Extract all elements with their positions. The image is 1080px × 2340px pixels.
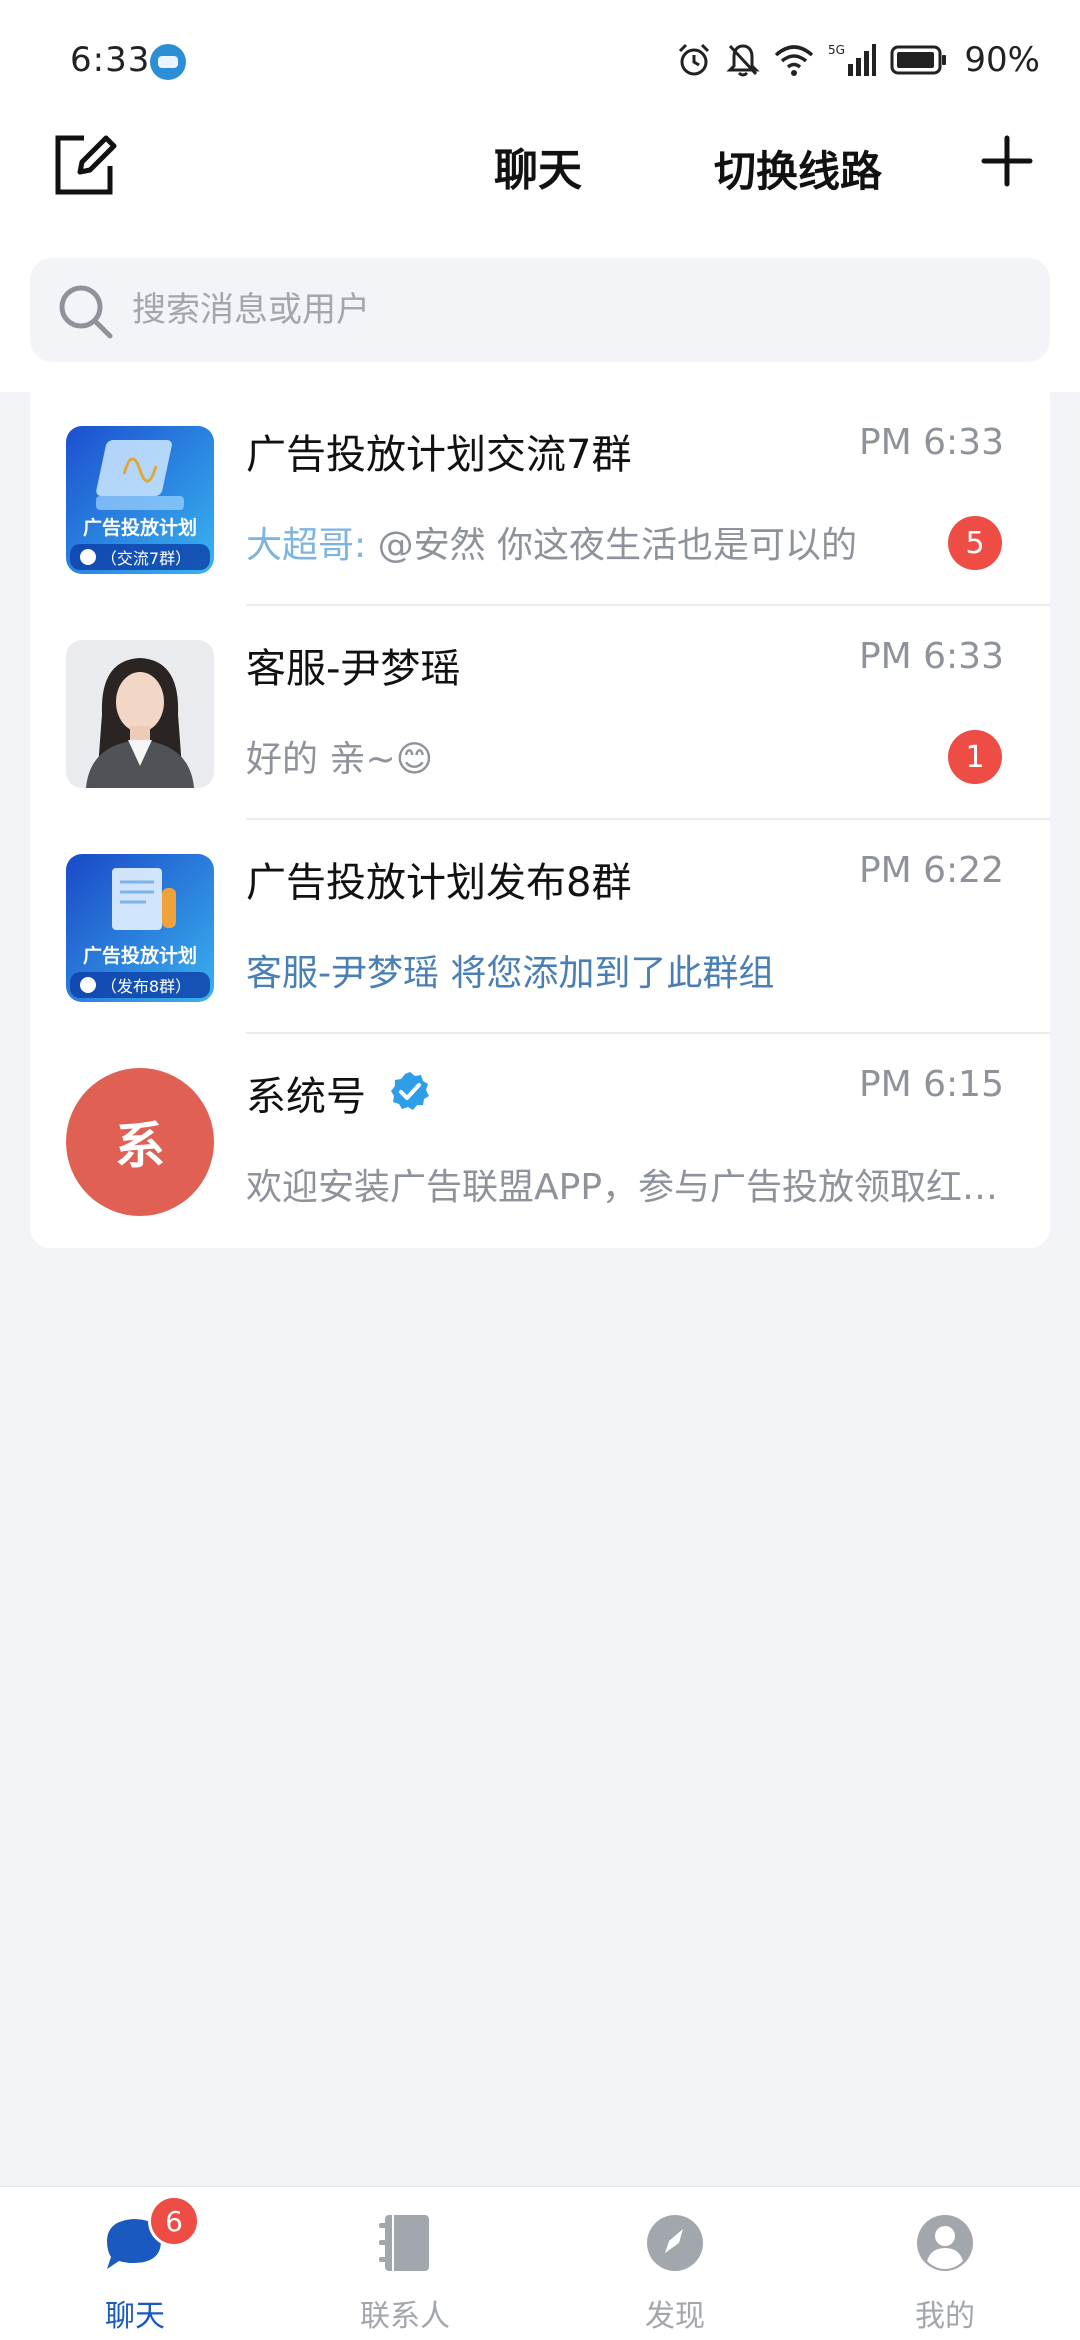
chat-name: 广告投放计划发布8群	[246, 860, 632, 906]
chat-time: PM 6:15	[858, 1064, 1004, 1105]
signal-icon: 5G	[828, 43, 877, 76]
status-time: 6:33	[70, 40, 151, 80]
search-bar[interactable]	[30, 258, 1050, 362]
compose-icon[interactable]	[52, 132, 118, 198]
chat-preview: 客服-尹梦瑶 将您添加到了此群组	[246, 953, 775, 994]
mute-icon	[726, 44, 761, 77]
avatar-title: 广告投放计划	[83, 944, 197, 967]
header: 聊天 切换线路	[0, 120, 1080, 250]
nav-label: 联系人	[360, 2299, 450, 2334]
search-input[interactable]	[132, 284, 1012, 336]
wifi-icon	[775, 45, 814, 76]
nav-discover[interactable]: 发现	[540, 2187, 810, 2340]
chat-name: 系统号	[246, 1074, 366, 1120]
status-bar: 6:33 5G 90%	[0, 0, 1080, 120]
chat-time: PM 6:33	[858, 636, 1004, 677]
alarm-icon	[679, 43, 710, 76]
nav-unread-badge: 6	[148, 2195, 200, 2247]
battery-icon	[890, 45, 947, 75]
nav-label: 发现	[645, 2299, 705, 2334]
group-avatar: 广告投放计划 （发布8群）	[66, 854, 214, 1002]
chat-name: 广告投放计划交流7群	[246, 432, 632, 478]
preview-message: @安然 你这夜生活也是可以的	[366, 525, 858, 566]
switch-line-button[interactable]: 切换线路	[714, 138, 882, 199]
unread-badge: 5	[948, 516, 1002, 570]
chat-list: 广告投放计划 （交流7群） 广告投放计划交流7群 PM 6:33 大超哥: @安…	[30, 392, 1050, 1248]
chat-time: PM 6:33	[858, 422, 1004, 463]
group-avatar: 广告投放计划 （交流7群）	[66, 426, 214, 574]
nav-profile[interactable]: 我的	[810, 2187, 1080, 2340]
avatar-title: 广告投放计划	[83, 516, 197, 539]
compass-icon	[647, 2215, 703, 2271]
nav-chat[interactable]: 6 聊天	[0, 2187, 270, 2340]
search-icon	[59, 285, 113, 339]
avatar-subtitle: （发布8群）	[101, 977, 191, 996]
verified-icon	[391, 1072, 429, 1110]
chat-page: 6:33 5G 90% 聊天 切换线路 搜索消息或用户 广告投放计划 （交流7群…	[0, 0, 1080, 2340]
chat-item-group-8[interactable]: 广告投放计划 （发布8群） 广告投放计划发布8群 PM 6:22 客服-尹梦瑶 …	[30, 820, 1050, 1034]
add-icon[interactable]	[980, 134, 1034, 188]
chat-preview: 好的 亲~😊	[246, 739, 434, 780]
user-avatar	[66, 640, 214, 788]
status-icons: 5G 90%	[676, 36, 1040, 84]
profile-icon	[917, 2215, 973, 2271]
battery-percent: 90%	[964, 40, 1040, 80]
bottom-nav: 6 聊天 联系人 发现 我的	[0, 2186, 1080, 2340]
chat-item-group-7[interactable]: 广告投放计划 （交流7群） 广告投放计划交流7群 PM 6:33 大超哥: @安…	[30, 392, 1050, 606]
app-notification-icon	[150, 44, 186, 80]
avatar-subtitle: （交流7群）	[101, 549, 191, 568]
svg-text:5G: 5G	[828, 43, 845, 57]
preview-sender: 大超哥:	[246, 525, 367, 566]
chat-preview: 大超哥: @安然 你这夜生活也是可以的	[246, 516, 1016, 568]
contacts-book-icon	[379, 2215, 429, 2271]
nav-label: 我的	[915, 2299, 975, 2334]
chat-item-customer-service[interactable]: 客服-尹梦瑶 PM 6:33 好的 亲~😊 1	[30, 606, 1050, 820]
chat-name: 客服-尹梦瑶	[246, 646, 461, 692]
nav-label: 聊天	[105, 2299, 165, 2334]
system-avatar: 系	[66, 1068, 214, 1216]
chat-preview: 欢迎安装广告联盟APP，参与广告投放领取红包奖励	[246, 1167, 1016, 1208]
nav-contacts[interactable]: 联系人	[270, 2187, 540, 2340]
unread-badge: 1	[948, 730, 1002, 784]
chat-time: PM 6:22	[858, 850, 1004, 891]
chat-item-system[interactable]: 系 系统号 PM 6:15 欢迎安装广告联盟APP，参与广告投放领取红包奖励	[30, 1034, 1050, 1248]
page-title: 聊天	[494, 145, 582, 196]
